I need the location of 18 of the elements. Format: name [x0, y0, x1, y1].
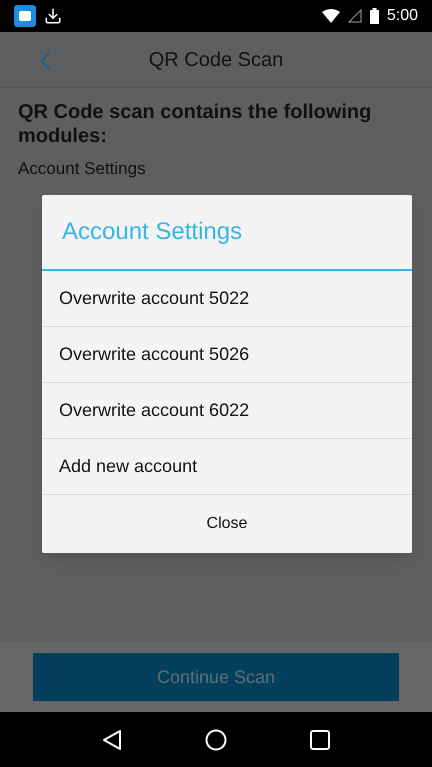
module-name: Account Settings	[18, 158, 147, 180]
recents-icon[interactable]	[310, 730, 330, 750]
close-button[interactable]: Close	[42, 495, 412, 553]
dialog-title: Account Settings	[42, 195, 412, 271]
home-icon[interactable]	[204, 728, 227, 750]
dialog-option[interactable]: Add new account	[42, 439, 412, 495]
download-icon	[44, 7, 62, 25]
dialog-option[interactable]: Overwrite account 5022	[42, 271, 412, 327]
signal-icon	[348, 9, 362, 23]
app-icon	[14, 5, 36, 27]
battery-icon	[370, 8, 379, 24]
dialog-option[interactable]: Overwrite account 5026	[42, 327, 412, 383]
status-time: 5:00	[386, 6, 418, 26]
modules-heading: QR Code scan contains the following modules:	[18, 100, 372, 148]
wifi-icon	[322, 9, 340, 23]
header-title: QR Code Scan	[148, 48, 284, 72]
back-icon[interactable]	[102, 728, 122, 750]
dialog-option[interactable]: Overwrite account 6022	[42, 383, 412, 439]
